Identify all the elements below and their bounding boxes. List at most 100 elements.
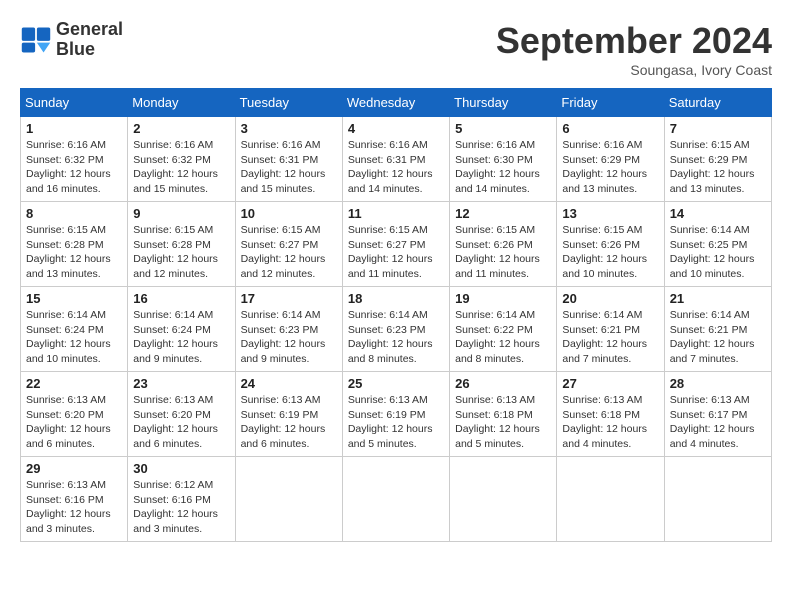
calendar-cell: 19 Sunrise: 6:14 AM Sunset: 6:22 PM Dayli… [450,287,557,372]
logo-line2: Blue [56,40,123,60]
month-title: September 2024 [496,20,772,62]
calendar-cell: 18 Sunrise: 6:14 AM Sunset: 6:23 PM Dayli… [342,287,449,372]
page-header: General Blue September 2024 Soungasa, Iv… [20,20,772,78]
logo-icon [20,24,52,56]
day-number: 3 [241,121,337,136]
day-number: 18 [348,291,444,306]
calendar-cell: 8 Sunrise: 6:15 AM Sunset: 6:28 PM Daylig… [21,202,128,287]
day-number: 11 [348,206,444,221]
day-info: Sunrise: 6:13 AM Sunset: 6:19 PM Dayligh… [348,393,444,452]
day-info: Sunrise: 6:15 AM Sunset: 6:29 PM Dayligh… [670,138,766,197]
calendar-cell: 21 Sunrise: 6:14 AM Sunset: 6:21 PM Dayli… [664,287,771,372]
weekday-header-row: SundayMondayTuesdayWednesdayThursdayFrid… [21,89,772,117]
location-subtitle: Soungasa, Ivory Coast [496,62,772,78]
day-number: 15 [26,291,122,306]
day-info: Sunrise: 6:15 AM Sunset: 6:26 PM Dayligh… [455,223,551,282]
day-number: 8 [26,206,122,221]
day-info: Sunrise: 6:12 AM Sunset: 6:16 PM Dayligh… [133,478,229,537]
day-number: 16 [133,291,229,306]
calendar-cell: 3Sunrise: 6:16 AM Sunset: 6:31 PM Daylig… [235,117,342,202]
calendar-cell [557,457,664,542]
title-block: September 2024 Soungasa, Ivory Coast [496,20,772,78]
day-number: 29 [26,461,122,476]
calendar-cell: 11 Sunrise: 6:15 AM Sunset: 6:27 PM Dayli… [342,202,449,287]
day-info: Sunrise: 6:14 AM Sunset: 6:24 PM Dayligh… [133,308,229,367]
day-info: Sunrise: 6:15 AM Sunset: 6:28 PM Dayligh… [133,223,229,282]
weekday-header-friday: Friday [557,89,664,117]
day-number: 30 [133,461,229,476]
calendar-cell: 24Sunrise: 6:13 AM Sunset: 6:19 PM Dayli… [235,372,342,457]
week-row-5: 29 Sunrise: 6:13 AM Sunset: 6:16 PM Dayli… [21,457,772,542]
day-info: Sunrise: 6:13 AM Sunset: 6:20 PM Dayligh… [133,393,229,452]
logo-line1: General [56,20,123,40]
weekday-header-tuesday: Tuesday [235,89,342,117]
calendar-cell [664,457,771,542]
calendar-cell: 14 Sunrise: 6:14 AM Sunset: 6:25 PM Dayli… [664,202,771,287]
day-number: 22 [26,376,122,391]
day-info: Sunrise: 6:14 AM Sunset: 6:24 PM Dayligh… [26,308,122,367]
day-number: 26 [455,376,551,391]
day-info: Sunrise: 6:15 AM Sunset: 6:28 PM Dayligh… [26,223,122,282]
calendar-cell: 29 Sunrise: 6:13 AM Sunset: 6:16 PM Dayli… [21,457,128,542]
day-info: Sunrise: 6:13 AM Sunset: 6:20 PM Dayligh… [26,393,122,452]
day-number: 28 [670,376,766,391]
calendar-cell: 1Sunrise: 6:16 AM Sunset: 6:32 PM Daylig… [21,117,128,202]
day-number: 23 [133,376,229,391]
calendar-cell: 28 Sunrise: 6:13 AM Sunset: 6:17 PM Dayli… [664,372,771,457]
week-row-2: 8 Sunrise: 6:15 AM Sunset: 6:28 PM Daylig… [21,202,772,287]
calendar-cell: 2Sunrise: 6:16 AM Sunset: 6:32 PM Daylig… [128,117,235,202]
calendar-cell [342,457,449,542]
day-number: 6 [562,121,658,136]
day-info: Sunrise: 6:16 AM Sunset: 6:31 PM Dayligh… [348,138,444,197]
day-info: Sunrise: 6:16 AM Sunset: 6:29 PM Dayligh… [562,138,658,197]
day-info: Sunrise: 6:15 AM Sunset: 6:27 PM Dayligh… [348,223,444,282]
day-number: 13 [562,206,658,221]
day-info: Sunrise: 6:14 AM Sunset: 6:21 PM Dayligh… [670,308,766,367]
day-number: 14 [670,206,766,221]
calendar-cell: 5 Sunrise: 6:16 AM Sunset: 6:30 PM Daylig… [450,117,557,202]
day-number: 27 [562,376,658,391]
day-number: 24 [241,376,337,391]
day-info: Sunrise: 6:16 AM Sunset: 6:32 PM Dayligh… [26,138,122,197]
day-number: 17 [241,291,337,306]
calendar-cell: 13 Sunrise: 6:15 AM Sunset: 6:26 PM Dayli… [557,202,664,287]
day-info: Sunrise: 6:15 AM Sunset: 6:27 PM Dayligh… [241,223,337,282]
day-info: Sunrise: 6:13 AM Sunset: 6:18 PM Dayligh… [562,393,658,452]
day-number: 4 [348,121,444,136]
calendar-cell [450,457,557,542]
calendar-cell: 16 Sunrise: 6:14 AM Sunset: 6:24 PM Dayli… [128,287,235,372]
day-number: 2 [133,121,229,136]
calendar-cell: 25Sunrise: 6:13 AM Sunset: 6:19 PM Dayli… [342,372,449,457]
weekday-header-thursday: Thursday [450,89,557,117]
day-info: Sunrise: 6:15 AM Sunset: 6:26 PM Dayligh… [562,223,658,282]
weekday-header-wednesday: Wednesday [342,89,449,117]
calendar-cell: 23 Sunrise: 6:13 AM Sunset: 6:20 PM Dayli… [128,372,235,457]
calendar-cell: 27 Sunrise: 6:13 AM Sunset: 6:18 PM Dayli… [557,372,664,457]
day-info: Sunrise: 6:13 AM Sunset: 6:16 PM Dayligh… [26,478,122,537]
day-info: Sunrise: 6:13 AM Sunset: 6:18 PM Dayligh… [455,393,551,452]
calendar-cell: 6 Sunrise: 6:16 AM Sunset: 6:29 PM Daylig… [557,117,664,202]
day-number: 12 [455,206,551,221]
calendar-table: SundayMondayTuesdayWednesdayThursdayFrid… [20,88,772,542]
calendar-cell [235,457,342,542]
calendar-cell: 17Sunrise: 6:14 AM Sunset: 6:23 PM Dayli… [235,287,342,372]
calendar-cell: 9Sunrise: 6:15 AM Sunset: 6:28 PM Daylig… [128,202,235,287]
weekday-header-sunday: Sunday [21,89,128,117]
weekday-header-monday: Monday [128,89,235,117]
calendar-cell: 15 Sunrise: 6:14 AM Sunset: 6:24 PM Dayli… [21,287,128,372]
logo: General Blue [20,20,123,60]
weekday-header-saturday: Saturday [664,89,771,117]
calendar-cell: 20Sunrise: 6:14 AM Sunset: 6:21 PM Dayli… [557,287,664,372]
day-info: Sunrise: 6:14 AM Sunset: 6:23 PM Dayligh… [348,308,444,367]
calendar-cell: 22 Sunrise: 6:13 AM Sunset: 6:20 PM Dayli… [21,372,128,457]
day-number: 19 [455,291,551,306]
day-number: 10 [241,206,337,221]
day-info: Sunrise: 6:14 AM Sunset: 6:25 PM Dayligh… [670,223,766,282]
day-number: 5 [455,121,551,136]
week-row-3: 15 Sunrise: 6:14 AM Sunset: 6:24 PM Dayli… [21,287,772,372]
day-number: 20 [562,291,658,306]
day-info: Sunrise: 6:13 AM Sunset: 6:17 PM Dayligh… [670,393,766,452]
day-info: Sunrise: 6:16 AM Sunset: 6:30 PM Dayligh… [455,138,551,197]
day-info: Sunrise: 6:14 AM Sunset: 6:22 PM Dayligh… [455,308,551,367]
day-number: 21 [670,291,766,306]
